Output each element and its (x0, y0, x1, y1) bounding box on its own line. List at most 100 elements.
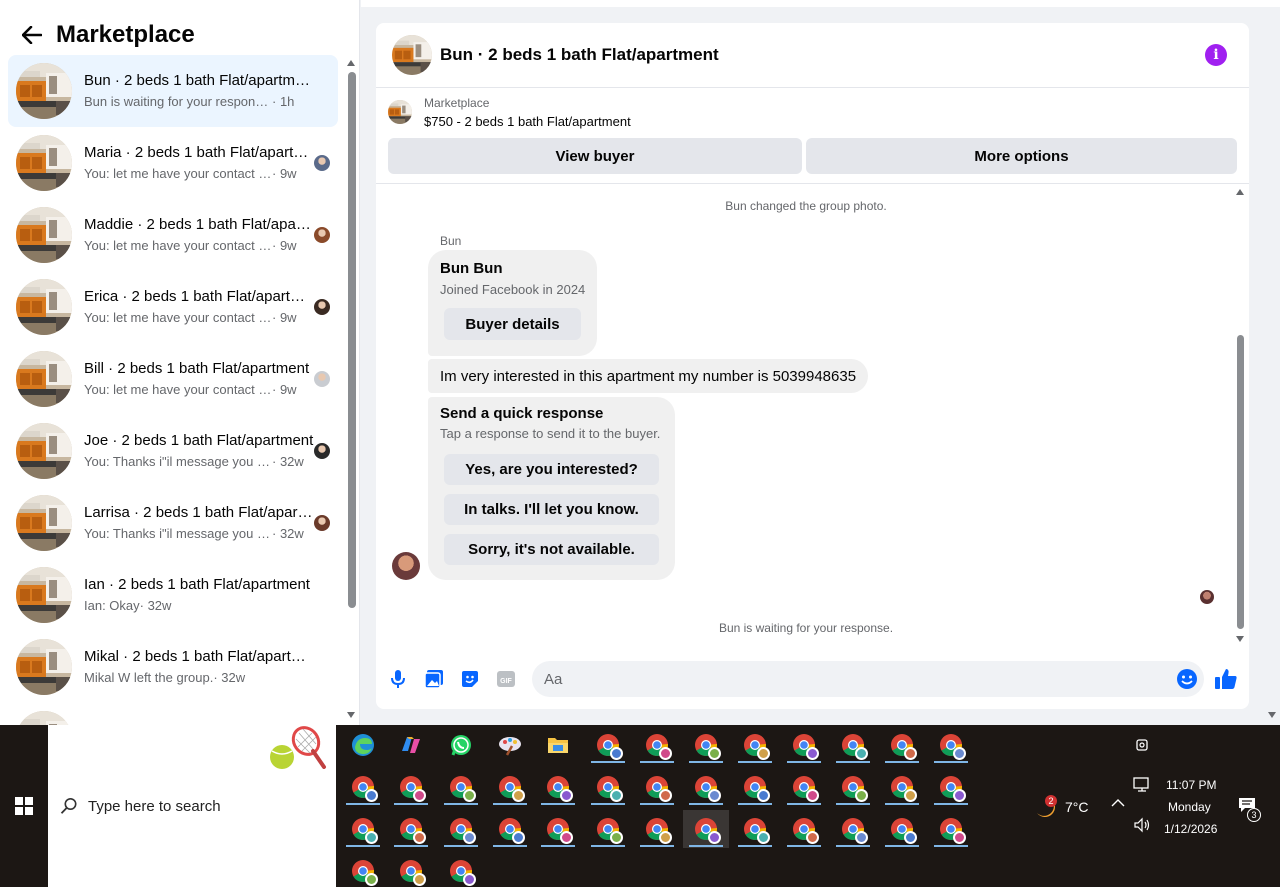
listing-thumbnail (16, 135, 72, 191)
taskbar-paint-button[interactable] (487, 726, 533, 764)
buyer-avatar[interactable] (392, 552, 420, 580)
taskbar-chrome-button[interactable] (438, 810, 484, 848)
conversation-item[interactable]: Bill · 2 beds 1 bath Flat/apartment You: … (8, 343, 338, 415)
photo-icon[interactable] (422, 667, 446, 691)
meet-now-icon[interactable] (1135, 737, 1149, 756)
taskbar-chrome-button[interactable] (535, 810, 581, 848)
quick-response-yes[interactable]: Yes, are you interested? (444, 454, 659, 485)
conversation-item[interactable]: Larrisa · 2 beds 1 bath Flat/apartment Yo… (8, 487, 338, 559)
network-icon[interactable] (1133, 777, 1151, 796)
taskbar-chrome-button[interactable] (683, 810, 729, 848)
profile-badge-icon (953, 747, 966, 760)
page-scroll-down-icon[interactable] (1268, 712, 1276, 718)
taskbar-chrome-button[interactable] (585, 768, 631, 806)
buyer-details-button[interactable]: Buyer details (444, 308, 581, 340)
taskbar-chrome-button[interactable] (535, 768, 581, 806)
quick-response-in-talks[interactable]: In talks. I'll let you know. (444, 494, 659, 525)
taskbar-chrome-button[interactable] (438, 768, 484, 806)
taskbar-file-explorer-button[interactable] (535, 726, 581, 764)
conversation-item[interactable]: Erica · 2 beds 1 bath Flat/apartment You:… (8, 271, 338, 343)
taskbar-chrome-button[interactable] (340, 852, 386, 887)
taskbar-chrome-button[interactable] (781, 768, 827, 806)
chevron-up-icon[interactable] (1111, 797, 1125, 811)
clock-date[interactable]: 1/12/2026 (1164, 822, 1217, 836)
taskbar-chrome-button[interactable] (340, 810, 386, 848)
listing-thumbnail[interactable] (388, 100, 412, 124)
conversation-item[interactable]: Mikal · 2 beds 1 bath Flat/apartment Mika… (8, 631, 338, 703)
info-icon[interactable]: i (1205, 44, 1227, 66)
sticker-icon[interactable] (458, 667, 482, 691)
conversation-item[interactable]: Maria · 2 beds 1 bath Flat/apartment You:… (8, 127, 338, 199)
listing-price[interactable]: $750 - 2 beds 1 bath Flat/apartment (424, 114, 631, 129)
conversation-item[interactable]: Joe · 2 beds 1 bath Flat/apartment You: T… (8, 415, 338, 487)
chat-title[interactable]: Bun · 2 beds 1 bath Flat/apartment (440, 45, 719, 65)
tennis-search-highlight-icon[interactable] (266, 725, 330, 769)
taskbar-chrome-button[interactable] (830, 726, 876, 764)
message-input[interactable] (532, 661, 1204, 697)
conversation-text: Bill · 2 beds 1 bath Flat/apartment You: … (84, 359, 314, 399)
taskbar-chrome-button[interactable] (487, 768, 533, 806)
sidebar-scrollbar[interactable] (347, 58, 356, 718)
view-buyer-button[interactable]: View buyer (388, 138, 802, 174)
conversation-item[interactable]: Bun · 2 beds 1 bath Flat/apartment Bun is… (8, 55, 338, 127)
taskbar-chrome-button[interactable] (388, 810, 434, 848)
chat-scroll-up-icon[interactable] (1236, 189, 1244, 195)
taskbar-chrome-button[interactable] (879, 768, 925, 806)
taskbar-chrome-button[interactable] (585, 810, 631, 848)
taskbar-chrome-button[interactable] (879, 726, 925, 764)
taskbar-chrome-button[interactable] (732, 768, 778, 806)
start-button[interactable] (0, 725, 48, 887)
emoji-icon[interactable] (1175, 667, 1199, 691)
taskbar-chrome-button[interactable] (732, 726, 778, 764)
scroll-down-arrow-icon[interactable] (347, 712, 355, 718)
taskbar-search-box[interactable]: Type here to search (48, 725, 336, 887)
taskbar-chrome-button[interactable] (634, 768, 680, 806)
taskbar-chrome-button[interactable] (781, 810, 827, 848)
clock-time[interactable]: 11:07 PM (1166, 778, 1216, 792)
chat-scrollbar[interactable] (1236, 185, 1246, 645)
conversation-item[interactable]: Maddie · 2 beds 1 bath Flat/apartment You… (8, 199, 338, 271)
taskbar-chrome-button[interactable] (388, 768, 434, 806)
microphone-icon[interactable] (386, 667, 410, 691)
taskbar-edge-button[interactable] (340, 726, 386, 764)
taskbar-chrome-button[interactable] (781, 726, 827, 764)
conversation-item[interactable]: Josiah · 2 beds 1 bath Flat/apartment (8, 703, 338, 725)
conversation-item[interactable]: Ian · 2 beds 1 bath Flat/apartment Ian: O… (8, 559, 338, 631)
listing-photo[interactable] (392, 35, 432, 75)
like-thumb-icon[interactable] (1214, 667, 1238, 691)
taskbar-chrome-button[interactable] (388, 852, 434, 887)
gif-icon[interactable]: GIF (494, 667, 518, 691)
chrome-icon (645, 817, 672, 844)
chat-scroll-thumb[interactable] (1237, 335, 1244, 629)
taskbar-chrome-button[interactable] (830, 768, 876, 806)
taskbar-copilot-button[interactable] (388, 726, 434, 764)
taskbar-chrome-button[interactable] (928, 768, 974, 806)
taskbar-chrome-button[interactable] (928, 726, 974, 764)
taskbar-chrome-button[interactable] (683, 726, 729, 764)
clock-day[interactable]: Monday (1168, 800, 1211, 814)
taskbar-chrome-button[interactable] (634, 726, 680, 764)
conversation-preview: Ian: Okay (84, 598, 140, 613)
taskbar-chrome-button[interactable] (585, 726, 631, 764)
taskbar-chrome-button[interactable] (487, 810, 533, 848)
quick-response-not-available[interactable]: Sorry, it's not available. (444, 534, 659, 565)
taskbar-chrome-button[interactable] (634, 810, 680, 848)
taskbar-chrome-button[interactable] (340, 768, 386, 806)
more-options-button[interactable]: More options (806, 138, 1237, 174)
weather-temperature[interactable]: 7°C (1065, 799, 1089, 815)
taskbar-whatsapp-button[interactable] (438, 726, 484, 764)
taskbar-chrome-button[interactable] (683, 768, 729, 806)
back-arrow-icon[interactable] (20, 23, 44, 47)
volume-icon[interactable] (1133, 817, 1151, 836)
taskbar-chrome-button[interactable] (438, 852, 484, 887)
conversation-subtitle: You: let me have your contact number· 9w (84, 165, 314, 183)
taskbar-chrome-button[interactable] (732, 810, 778, 848)
sidebar-scroll-thumb[interactable] (348, 72, 356, 608)
taskbar-chrome-button[interactable] (879, 810, 925, 848)
taskbar-chrome-button[interactable] (928, 810, 974, 848)
chat-scroll-down-icon[interactable] (1236, 636, 1244, 642)
taskbar-chrome-button[interactable] (830, 810, 876, 848)
message-bubble[interactable]: Im very interested in this apartment my … (428, 359, 869, 393)
buyer-name: Bun Bun (440, 260, 503, 277)
scroll-up-arrow-icon[interactable] (347, 60, 355, 66)
